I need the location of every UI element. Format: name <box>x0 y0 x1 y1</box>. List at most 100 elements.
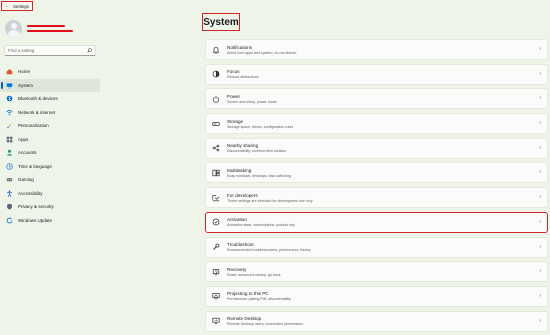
settings-item-description: Reset, advanced startup, go back <box>227 272 281 277</box>
settings-item-description: Discoverability, received files location <box>227 149 287 154</box>
settings-item-description: Storage space, drives, configuration rul… <box>227 124 294 129</box>
display-icon <box>6 82 13 89</box>
remote-desktop-icon <box>212 317 220 325</box>
sidebar-item-label: Gaming <box>18 177 34 183</box>
settings-item-projecting-to-this-pc[interactable]: Projecting to this PC Permissions, pairin… <box>205 285 548 307</box>
search-placeholder: Find a setting <box>8 48 35 53</box>
redacted-account-info <box>27 25 73 32</box>
developer-icon <box>212 194 220 202</box>
settings-item-focus[interactable]: Focus Reduce distractions › <box>205 63 548 85</box>
back-button[interactable]: ← Settings <box>1 1 33 11</box>
chevron-right-icon: › <box>539 95 541 102</box>
settings-item-multitasking[interactable]: Multitasking Snap windows, desktops, task… <box>205 162 548 184</box>
settings-item-title: Nearby sharing <box>227 143 259 149</box>
settings-item-title: Activation <box>227 217 247 223</box>
apps-icon <box>6 136 13 143</box>
page-title: System <box>202 13 240 31</box>
settings-item-nearby-sharing[interactable]: Nearby sharing Discoverability, received … <box>205 137 548 159</box>
projector-icon <box>212 292 220 300</box>
activation-icon <box>212 218 220 226</box>
chevron-right-icon: › <box>539 292 541 299</box>
multitask-icon <box>212 169 220 177</box>
sidebar-item-privacy-security[interactable]: Privacy & security <box>0 200 100 214</box>
sidebar-item-label: Bluetooth & devices <box>18 96 58 102</box>
settings-item-text: Recovery Reset, advanced startup, go back <box>227 267 281 277</box>
window-title: Settings <box>13 3 29 9</box>
settings-item-notifications[interactable]: Notifications Alerts from apps and system… <box>205 39 548 60</box>
settings-item-recovery[interactable]: Recovery Reset, advanced startup, go back… <box>205 261 548 283</box>
avatar <box>5 20 22 37</box>
settings-item-description: Activation state, subscriptions, product… <box>227 223 295 228</box>
sidebar-item-windows-update[interactable]: Windows Update <box>0 214 100 228</box>
update-icon <box>6 217 13 224</box>
chevron-right-icon: › <box>539 317 541 324</box>
settings-item-remote-desktop[interactable]: Remote Desktop Remote Desktop users, conn… <box>205 310 548 332</box>
sidebar-item-label: Windows Update <box>18 217 53 223</box>
sidebar-item-apps[interactable]: Apps <box>0 133 100 147</box>
sidebar-item-bluetooth-devices[interactable]: Bluetooth & devices <box>0 92 100 106</box>
settings-item-description: Reduce distractions <box>227 75 259 80</box>
chevron-right-icon: › <box>539 194 541 201</box>
sidebar-item-label: Privacy & security <box>18 204 54 210</box>
user-profile[interactable] <box>5 20 73 37</box>
sidebar-item-accessibility[interactable]: Accessibility <box>0 187 100 201</box>
chevron-right-icon: › <box>539 70 541 77</box>
settings-item-text: Notifications Alerts from apps and system… <box>227 45 296 55</box>
settings-item-text: Activation Activation state, subscription… <box>227 217 295 227</box>
settings-item-description: Screen and sleep, power mode <box>227 99 277 104</box>
settings-item-description: These settings are intended for developm… <box>227 198 313 203</box>
sidebar: Find a setting Home System Bluetooth & dev… <box>0 13 100 335</box>
sidebar-item-label: Home <box>18 69 31 75</box>
settings-list: Notifications Alerts from apps and system… <box>205 39 548 335</box>
home-icon <box>6 68 13 75</box>
settings-item-troubleshoot[interactable]: Troubleshoot Recommended troubleshooters,… <box>205 236 548 258</box>
sidebar-nav: Home System Bluetooth & devices Network & i… <box>0 65 100 227</box>
share-icon <box>212 144 220 152</box>
sidebar-item-personalization[interactable]: Personalization <box>0 119 100 133</box>
sidebar-item-label: Accessibility <box>18 190 43 196</box>
wifi-icon <box>6 109 13 116</box>
recovery-icon <box>212 268 220 276</box>
chevron-right-icon: › <box>539 120 541 127</box>
sidebar-item-accounts[interactable]: Accounts <box>0 146 100 160</box>
settings-item-description: Snap windows, desktops, task switching <box>227 173 291 178</box>
settings-item-title: Recovery <box>227 266 247 272</box>
settings-item-text: Multitasking Snap windows, desktops, task… <box>227 168 291 178</box>
controller-icon <box>6 176 13 183</box>
settings-item-title: Multitasking <box>227 167 252 173</box>
settings-item-title: Power <box>227 93 241 99</box>
settings-item-text: Storage Storage space, drives, configurat… <box>227 119 293 129</box>
settings-item-description: Alerts from apps and system, do not dist… <box>227 50 297 55</box>
search-icon <box>87 48 92 53</box>
settings-item-title: Notifications <box>227 44 253 50</box>
settings-item-text: Nearby sharing Discoverability, received … <box>227 143 286 153</box>
chevron-right-icon: › <box>539 218 541 225</box>
person-icon <box>6 149 13 156</box>
settings-item-description: Permissions, pairing PIN, discoverabilit… <box>227 297 291 302</box>
storage-icon <box>212 120 220 128</box>
settings-item-title: For developers <box>227 192 258 198</box>
settings-item-power[interactable]: Power Screen and sleep, power mode › <box>205 88 548 110</box>
brush-icon <box>6 122 13 129</box>
settings-item-text: For developers These settings are intende… <box>227 193 313 203</box>
wrench-icon <box>212 243 220 251</box>
sidebar-item-network-internet[interactable]: Network & internet <box>0 106 100 120</box>
settings-item-activation[interactable]: Activation Activation state, subscription… <box>205 211 548 233</box>
accessibility-icon <box>6 190 13 197</box>
sidebar-item-label: Personalization <box>18 123 49 129</box>
chevron-right-icon: › <box>539 243 541 250</box>
settings-item-storage[interactable]: Storage Storage space, drives, configurat… <box>205 113 548 135</box>
settings-item-title: Remote Desktop <box>227 316 262 322</box>
search-input[interactable]: Find a setting <box>4 45 96 56</box>
settings-item-title: Focus <box>227 69 240 75</box>
sidebar-item-system[interactable]: System <box>0 78 100 92</box>
shield-icon <box>6 203 13 210</box>
settings-item-for-developers[interactable]: For developers These settings are intende… <box>205 187 548 209</box>
title-bar: ← Settings <box>0 0 550 13</box>
back-arrow-icon: ← <box>5 2 10 9</box>
sidebar-item-home[interactable]: Home <box>0 65 100 79</box>
chevron-right-icon: › <box>539 144 541 151</box>
sidebar-item-time-language[interactable]: Time & language <box>0 160 100 174</box>
sidebar-item-gaming[interactable]: Gaming <box>0 173 100 187</box>
focus-icon <box>212 70 220 78</box>
